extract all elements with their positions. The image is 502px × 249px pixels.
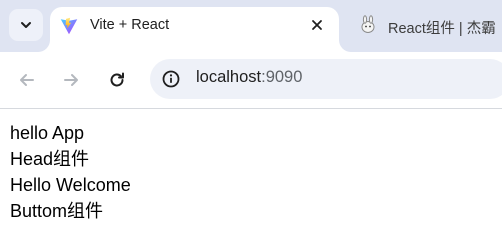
info-icon [162, 70, 180, 88]
address-bar[interactable]: localhost:9090 [150, 59, 502, 99]
url-text[interactable]: localhost:9090 [196, 68, 302, 87]
app-text: hello App [10, 123, 85, 143]
tab-inactive[interactable]: React组件 | 杰霸 [350, 7, 502, 45]
url-port: :9090 [261, 68, 303, 86]
tab-title: React组件 | 杰霸 [388, 21, 496, 37]
head-component-text: Head组件 [10, 149, 90, 169]
back-button[interactable] [13, 66, 41, 94]
forward-button[interactable] [57, 66, 85, 94]
buttom-component-text: Buttom组件 [10, 201, 104, 221]
rabbit-favicon-icon [361, 15, 375, 33]
chevron-down-icon [21, 22, 31, 28]
page-content: hello App Head组件 Hello Welcome Buttom组件 [0, 109, 502, 249]
url-host: localhost [196, 68, 262, 86]
toolbar: localhost:9090 [0, 52, 502, 109]
tab-strip: Vite + React React组件 | 杰霸 [0, 0, 502, 52]
reload-button[interactable] [103, 66, 131, 94]
tab-active[interactable]: Vite + React [50, 7, 339, 52]
browser-window: Vite + React React组件 | 杰霸 localhost:9090… [0, 0, 502, 249]
tab-search-button[interactable] [9, 9, 43, 41]
arrow-left-icon [20, 74, 34, 86]
close-icon[interactable] [307, 15, 327, 35]
vite-logo-icon [60, 17, 78, 35]
site-info-button[interactable] [160, 68, 182, 90]
arrow-right-icon [64, 74, 78, 86]
welcome-text: Hello Welcome [10, 175, 131, 195]
reload-icon [110, 72, 124, 87]
tab-title: Vite + React [90, 17, 170, 33]
